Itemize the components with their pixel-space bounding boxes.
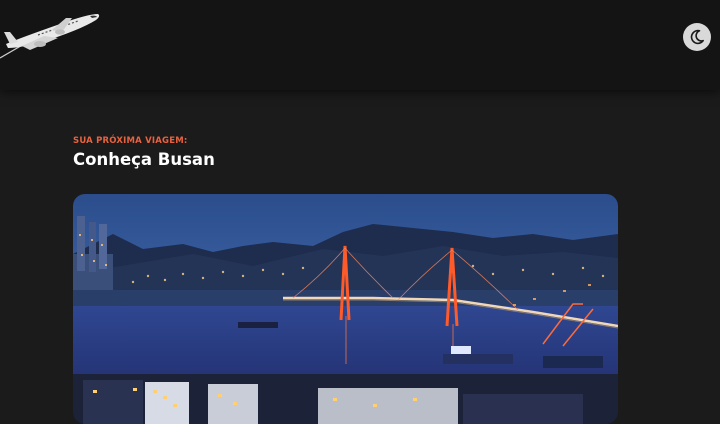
theme-toggle-button[interactable]: [683, 23, 711, 51]
page-title: Conheça Busan: [73, 150, 215, 169]
moon-icon: [690, 29, 704, 45]
airplane-logo-icon[interactable]: [0, 6, 104, 62]
eyebrow-label: SUA PRÓXIMA VIAGEM:: [73, 136, 188, 146]
hero-heading-block: SUA PRÓXIMA VIAGEM: Conheça Busan: [73, 136, 215, 169]
busan-night-skyline-photo: [73, 194, 618, 424]
top-header: [0, 0, 720, 90]
